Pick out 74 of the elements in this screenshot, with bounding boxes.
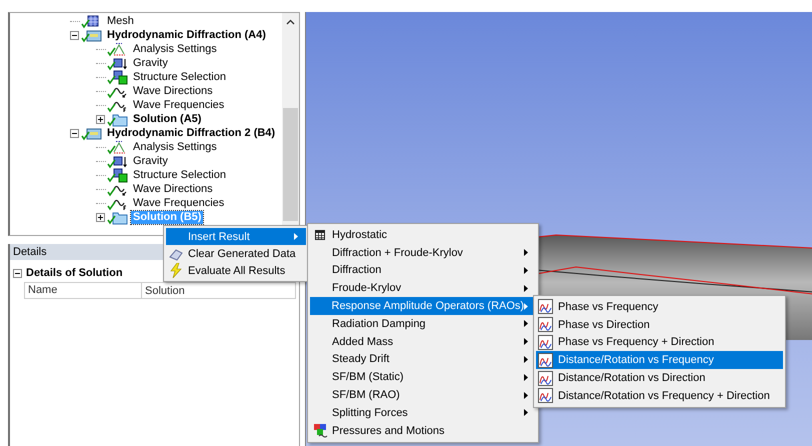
- scroll-up-icon[interactable]: [286, 19, 295, 25]
- menu-item[interactable]: Radiation Damping: [310, 314, 536, 333]
- tree-item[interactable]: Wave Frequencies: [131, 196, 226, 210]
- submenu-arrow-icon: [524, 249, 528, 256]
- expander-icon[interactable]: [96, 212, 107, 222]
- menu-item[interactable]: Phase vs Frequency: [536, 298, 783, 316]
- expander-icon[interactable]: [70, 30, 81, 40]
- expander-icon[interactable]: [96, 114, 107, 124]
- tree-item[interactable]: Analysis Settings: [131, 42, 219, 56]
- submenu-arrow-icon: [524, 392, 528, 399]
- submenu-arrow-icon: [524, 409, 528, 416]
- menu-item[interactable]: Distance/Rotation vs Direction: [536, 369, 783, 387]
- submenu-arrow-icon: [524, 338, 528, 346]
- chart-icon: [538, 388, 553, 404]
- tree-item[interactable]: Mesh: [105, 14, 136, 28]
- chart-icon: [538, 334, 553, 350]
- tree-item[interactable]: Gravity: [131, 154, 170, 168]
- tree-item[interactable]: Analysis Settings: [131, 140, 219, 154]
- scroll-thumb[interactable]: [283, 108, 298, 221]
- menu-item[interactable]: Response Amplitude Operators (RAOs): [310, 297, 536, 315]
- cube-icon: [107, 168, 129, 182]
- submenu-arrow-icon: [294, 233, 298, 240]
- property-value: Solution: [144, 284, 185, 296]
- menu-item[interactable]: Steady Drift: [310, 350, 536, 368]
- menu-item[interactable]: Diffraction: [310, 262, 536, 280]
- panel-title: Details: [13, 246, 47, 258]
- cubes-icon: [312, 423, 328, 438]
- folder-icon: [107, 210, 129, 224]
- menu-item[interactable]: Hydrostatic: [310, 226, 536, 244]
- menu-item[interactable]: Diffraction + Froude-Krylov: [310, 244, 536, 262]
- chart-icon: [538, 352, 553, 368]
- property-name: Name: [25, 283, 142, 298]
- cube-icon: [107, 70, 129, 84]
- submenu-arrow-icon: [524, 320, 528, 328]
- section-title: Details of Solution: [26, 267, 123, 279]
- lightning-icon: [170, 263, 182, 278]
- tree-item[interactable]: Wave Frequencies: [131, 98, 226, 112]
- submenu-arrow-icon: [524, 266, 528, 274]
- tree-item[interactable]: Structure Selection: [131, 70, 228, 84]
- menu-item[interactable]: Froude-Krylov: [310, 279, 536, 298]
- chart-icon: [538, 299, 553, 314]
- menu-item[interactable]: Clear Generated Data: [166, 245, 306, 262]
- submenu-arrow-icon: [524, 284, 528, 292]
- chart-icon: [538, 317, 553, 332]
- gravity-icon: [107, 56, 129, 70]
- menu-item[interactable]: Splitting Forces: [310, 404, 536, 422]
- folder-icon: [107, 112, 129, 126]
- tree-item[interactable]: Solution (A5): [131, 112, 204, 126]
- submenu-arrow-icon: [524, 302, 528, 310]
- menu-item[interactable]: Added Mass: [310, 332, 536, 351]
- tree-item[interactable]: Gravity: [131, 56, 170, 70]
- menu-item[interactable]: Evaluate All Results: [166, 262, 306, 279]
- table-icon: [315, 230, 325, 240]
- tree-item[interactable]: Structure Selection: [131, 168, 228, 182]
- folder-icon: [81, 126, 103, 140]
- submenu-arrow-icon: [524, 374, 528, 381]
- tree-item[interactable]: Wave Directions: [131, 84, 215, 98]
- tree-item[interactable]: Hydrodynamic Diffraction (A4): [105, 28, 268, 42]
- menu-item[interactable]: Distance/Rotation vs Frequency + Direction: [536, 386, 783, 405]
- menu-item[interactable]: Insert Result: [166, 228, 306, 245]
- folder-icon: [81, 28, 103, 42]
- menu-item[interactable]: SF/BM (Static): [310, 368, 536, 386]
- menu-item[interactable]: SF/BM (RAO): [310, 386, 536, 404]
- collapse-icon[interactable]: [13, 268, 22, 278]
- tree-item[interactable]: Wave Directions: [131, 182, 215, 196]
- chart-icon: [538, 370, 553, 386]
- menu-item[interactable]: Phase vs Direction: [536, 316, 783, 334]
- menu-item[interactable]: Phase vs Frequency + Direction: [536, 334, 783, 352]
- tree-item[interactable]: Hydrodynamic Diffraction 2 (B4): [105, 126, 278, 140]
- gravity-icon: [107, 154, 129, 168]
- menu-item[interactable]: Pressures and Motions: [310, 422, 536, 440]
- expander-icon[interactable]: [70, 128, 81, 138]
- submenu-arrow-icon: [524, 356, 528, 363]
- menu-item[interactable]: Distance/Rotation vs Frequency: [536, 351, 783, 370]
